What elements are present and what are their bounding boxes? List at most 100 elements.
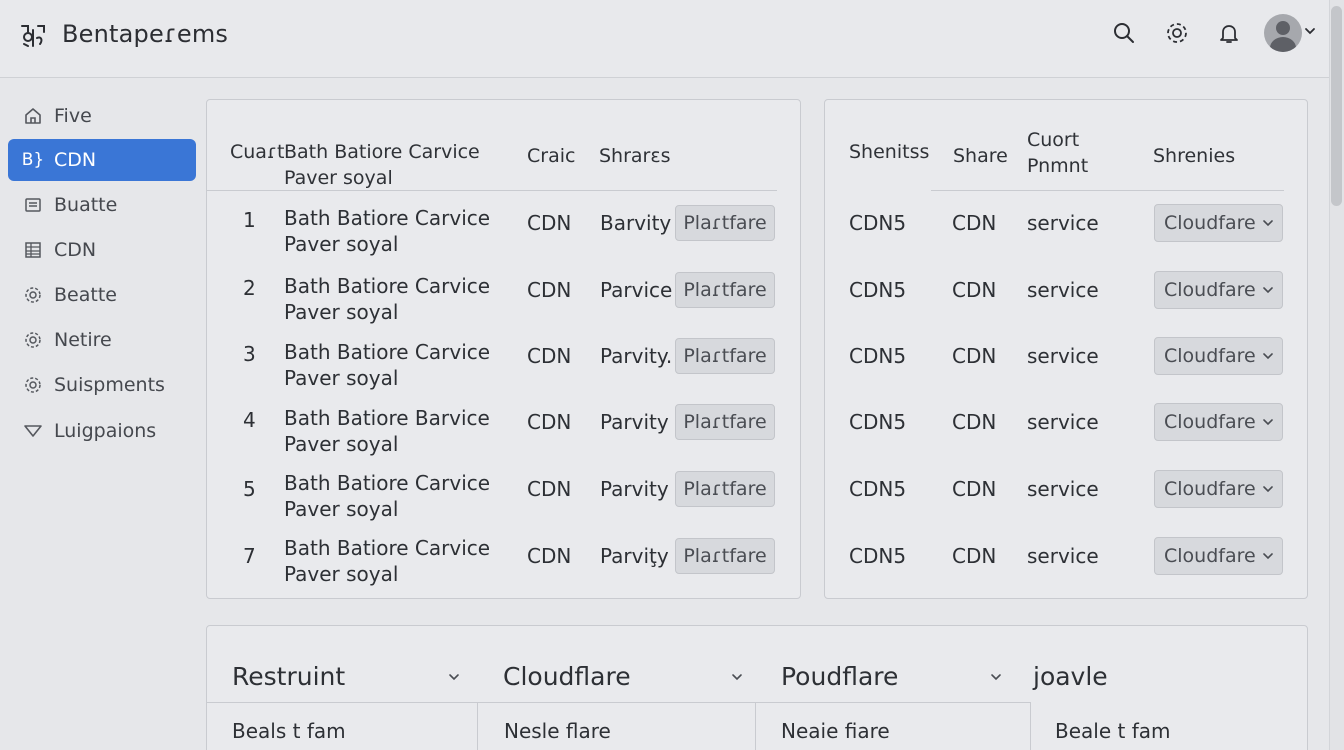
dropdown-restruint[interactable]: Restruint [232,662,345,691]
chevron-down-icon [1262,353,1273,360]
sidebar-item-cdn-active[interactable]: B} CDN [8,139,196,181]
row-cdn: CDN [952,477,997,501]
provider-select[interactable]: Cloudfare [1154,537,1283,575]
row-service: service [1027,544,1099,568]
row-number: 7 [243,544,256,568]
provider-select[interactable]: Cloudfare [1154,470,1283,508]
column-header-share: Share [953,145,1008,167]
sidebar-item-label: Suispments [54,374,165,396]
dropdown-cloudflare[interactable]: Cloudflare [503,662,631,691]
row-status: Parvity. [600,344,673,368]
top-bar: Bentapeɾems [0,0,1344,78]
scrollbar-thumb[interactable] [1331,6,1342,206]
chevron-down-icon [1262,287,1273,294]
row-name-line1: Bath Batiore Carvice [284,340,491,364]
bottom-cell: Nesle flare [504,719,611,743]
chevron-down-icon [1262,220,1273,227]
column-header-shenitss: Shenitss [849,141,930,163]
home-icon [22,105,44,127]
avatar-body [1270,37,1296,52]
row-service: service [1027,477,1099,501]
header-divider [207,190,777,191]
column-header-count-line2: Pnmnt [1027,155,1089,177]
row-number: 5 [243,477,256,501]
row-status: Parvice [600,278,673,302]
bottom-cell: Neaie fiare [781,719,890,743]
sidebar-item-label: Beatte [54,284,117,306]
row-cdn5: CDN5 [849,278,907,302]
provider-select-value: Cloudfare [1164,345,1256,367]
triangle-icon [22,420,44,442]
row-cdn5: CDN5 [849,477,907,501]
row-number: 3 [243,342,256,366]
row-name-line2: Paver soyal [284,497,399,521]
sidebar-item-luigpaions[interactable]: Luigpaions [8,410,196,452]
avatar-head [1276,21,1290,35]
row-name-line1: Bath Batiore Barvice [284,406,490,430]
row-cdn: CDN [527,344,572,368]
provider-select-value: Cloudfare [1164,411,1256,433]
row-cdn: CDN [527,278,572,302]
list-icon [22,194,44,216]
sidebar-item-netire[interactable]: Netire [8,319,196,361]
bottom-panel: Restruint Cloudflare Poudflare joavle Be… [206,625,1308,750]
bottom-cell: Beals t fam [232,719,346,743]
platform-button[interactable]: Plaɾtfare [675,471,775,507]
sidebar-item-label: Five [54,105,92,127]
provider-select[interactable]: Cloudfare [1154,271,1283,309]
sidebar-item-five[interactable]: Five [8,95,196,137]
column-header-shrenies: Shrenies [1153,145,1236,167]
sidebar-item-cdn[interactable]: CDN [8,229,196,271]
header-divider [931,190,1284,191]
platform-button[interactable]: Plaɾtfare [675,404,775,440]
settings-icon[interactable] [1164,20,1190,46]
column-header-craic: Craic [527,145,576,167]
row-number: 1 [243,208,256,232]
chevron-down-icon[interactable] [989,670,1003,684]
sidebar-item-label: CDN [54,149,97,171]
row-service: service [1027,344,1099,368]
row-name-line2: Paver soyal [284,562,399,586]
chevron-down-icon[interactable] [730,670,744,684]
chevron-down-icon [1262,553,1273,560]
row-service: service [1027,211,1099,235]
sidebar-item-label: Netire [54,329,112,351]
sidebar-item-label: Luigpaions [54,420,157,442]
provider-select-value: Cloudfare [1164,545,1256,567]
column-header-count: Cuaɾt [230,141,285,163]
search-icon[interactable] [1111,20,1137,46]
provider-select-value: Cloudfare [1164,212,1256,234]
logo-icon [21,25,45,47]
sidebar-item-buatte[interactable]: Buatte [8,184,196,226]
app-title: Bentapeɾems [62,20,229,48]
row-number: 2 [243,276,256,300]
platform-button[interactable]: Plaɾtfare [675,205,775,241]
bell-icon[interactable] [1216,20,1242,46]
platform-button[interactable]: Plaɾtfare [675,272,775,308]
provider-select[interactable]: Cloudfare [1154,337,1283,375]
dropdown-poudflare[interactable]: Poudflare [781,662,898,691]
column-header-count-line1: Cuort [1027,129,1080,151]
platform-button[interactable]: Plaɾtfare [675,338,775,374]
row-name-line2: Paver soyal [284,300,399,324]
sidebar-item-suispments[interactable]: Suispments [8,364,196,406]
sidebar: Five B} CDN Buatte CDN Beatte Netire Sui… [0,79,204,750]
column-divider [477,702,478,750]
row-status: Parvity [600,477,669,501]
column-divider [1030,702,1031,750]
row-cdn5: CDN5 [849,410,907,434]
provider-select[interactable]: Cloudfare [1154,204,1283,242]
row-status: Barvity [600,211,672,235]
gear-icon [22,374,44,396]
provider-select[interactable]: Cloudfare [1154,403,1283,441]
avatar[interactable] [1264,14,1302,52]
sidebar-item-label: CDN [54,239,97,261]
dropdown-joavle[interactable]: joavle [1033,662,1108,691]
platform-button[interactable]: Plaɾtfare [675,538,775,574]
sidebar-item-beatte[interactable]: Beatte [8,274,196,316]
sidebar-item-label: Buatte [54,194,118,216]
chevron-down-icon[interactable] [1303,24,1317,38]
table-icon [22,239,44,261]
chevron-down-icon[interactable] [447,670,461,684]
provider-select-value: Cloudfare [1164,279,1256,301]
